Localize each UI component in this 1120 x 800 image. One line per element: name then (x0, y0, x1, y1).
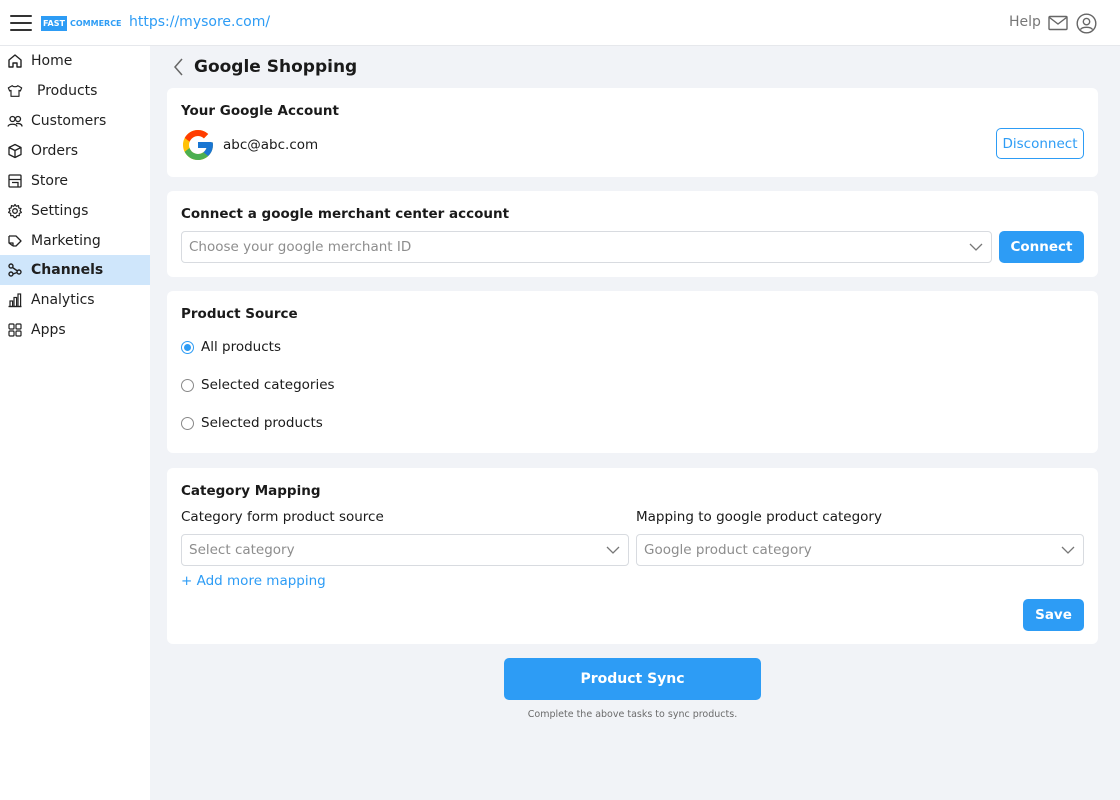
sidebar-item-settings[interactable]: Settings (0, 196, 150, 226)
google-category-select[interactable]: Google product category (636, 534, 1084, 566)
sidebar-item-label: Store (31, 173, 69, 189)
radio-button-checked[interactable] (181, 340, 194, 354)
sidebar-item-label: Products (37, 83, 98, 99)
google-account-title: Your Google Account (181, 103, 339, 119)
home-icon (7, 53, 23, 69)
sidebar-item-store[interactable]: Store (0, 166, 150, 196)
sidebar-item-label: Home (31, 53, 73, 69)
radio-label: Selected products (201, 415, 323, 431)
chevron-down-icon (969, 243, 983, 251)
logo-fast-text: FAST (41, 16, 67, 31)
shirt-icon (7, 83, 23, 99)
product-source-card: Product Source All products Selected cat… (167, 291, 1098, 453)
mail-icon[interactable] (1048, 15, 1068, 31)
back-arrow-icon[interactable] (170, 57, 188, 77)
chevron-down-icon (606, 546, 620, 554)
users-icon (7, 113, 23, 129)
save-button[interactable]: Save (1023, 599, 1084, 631)
page-title: Google Shopping (194, 57, 358, 77)
sidebar-item-customers[interactable]: Customers (0, 106, 150, 136)
sidebar-item-label: Customers (31, 113, 107, 129)
merchant-id-select[interactable]: Choose your google merchant ID (181, 231, 992, 263)
hamburger-menu-icon[interactable] (10, 14, 32, 32)
merchant-center-title: Connect a google merchant center account (181, 206, 510, 222)
sidebar-item-label: Analytics (31, 292, 95, 308)
radio-selected-categories[interactable]: Selected categories (181, 377, 335, 393)
radio-selected-products[interactable]: Selected products (181, 415, 323, 431)
merchant-id-placeholder: Choose your google merchant ID (189, 239, 412, 255)
fastcommerce-logo[interactable]: FAST COMMERCE (41, 16, 125, 31)
sidebar-item-orders[interactable]: Orders (0, 136, 150, 166)
sidebar-item-label: Settings (31, 203, 89, 219)
google-account-card: Your Google Account abc@abc.com Disconne… (167, 88, 1098, 177)
google-category-label: Mapping to google product category (636, 509, 882, 525)
source-category-select[interactable]: Select category (181, 534, 629, 566)
add-more-mapping-link[interactable]: + Add more mapping (181, 573, 326, 589)
sidebar-item-channels[interactable]: Channels (0, 255, 150, 285)
sidebar-item-label: Apps (31, 322, 66, 338)
store-icon (7, 173, 23, 189)
google-category-placeholder: Google product category (644, 542, 812, 558)
category-mapping-title: Category Mapping (181, 483, 321, 499)
sidebar: Home Products Customers Orders Store Set… (0, 46, 150, 800)
sidebar-item-apps[interactable]: Apps (0, 315, 150, 345)
sidebar-item-label: Marketing (31, 233, 101, 249)
google-logo-icon (183, 130, 213, 160)
box-icon (7, 143, 23, 159)
sidebar-item-home[interactable]: Home (0, 46, 150, 76)
sidebar-item-marketing[interactable]: Marketing (0, 226, 150, 256)
sidebar-item-label: Orders (31, 143, 79, 159)
top-bar: FAST COMMERCE https://mysore.com/ Help (0, 0, 1120, 46)
megaphone-icon (7, 233, 23, 249)
analytics-icon (7, 292, 23, 308)
sidebar-item-products[interactable]: Products (0, 76, 150, 106)
channels-icon (7, 262, 23, 278)
radio-button[interactable] (181, 416, 194, 430)
merchant-center-card: Connect a google merchant center account… (167, 191, 1098, 277)
store-url-link[interactable]: https://mysore.com/ (129, 14, 270, 30)
connect-button[interactable]: Connect (999, 231, 1084, 263)
page-header: Google Shopping (170, 54, 357, 80)
sidebar-item-analytics[interactable]: Analytics (0, 285, 150, 315)
chevron-down-icon (1061, 546, 1075, 554)
user-account-icon[interactable] (1076, 13, 1097, 34)
radio-label: All products (201, 339, 281, 355)
source-category-placeholder: Select category (189, 542, 295, 558)
apps-icon (7, 322, 23, 338)
gear-icon (7, 203, 23, 219)
radio-label: Selected categories (201, 377, 335, 393)
radio-button[interactable] (181, 378, 194, 392)
radio-all-products[interactable]: All products (181, 339, 281, 355)
sidebar-item-label: Channels (31, 262, 104, 278)
logo-commerce-text: COMMERCE (69, 19, 122, 28)
source-category-label: Category form product source (181, 509, 384, 525)
google-account-email: abc@abc.com (223, 137, 319, 153)
sync-hint-text: Complete the above tasks to sync product… (527, 709, 738, 720)
disconnect-button[interactable]: Disconnect (996, 128, 1084, 159)
help-link[interactable]: Help (1009, 14, 1041, 30)
category-mapping-card: Category Mapping Category form product s… (167, 468, 1098, 644)
product-source-title: Product Source (181, 306, 298, 322)
product-sync-button[interactable]: Product Sync (504, 658, 761, 700)
